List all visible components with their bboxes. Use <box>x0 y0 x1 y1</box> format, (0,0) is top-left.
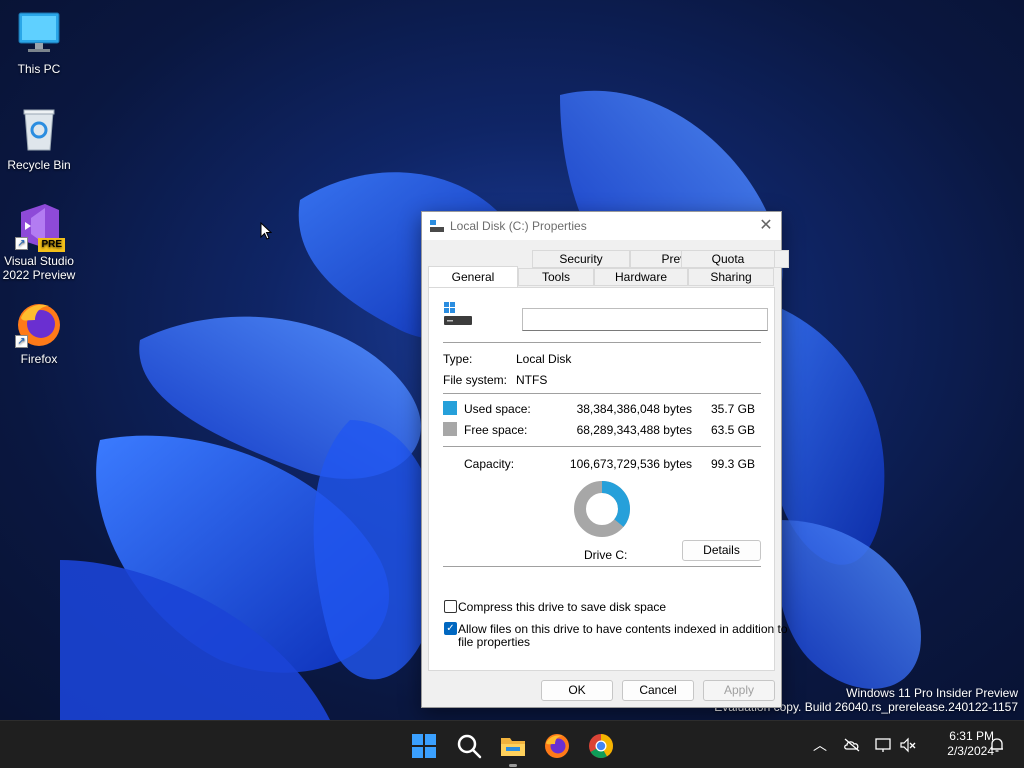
desktop-icon-recycle-bin[interactable]: Recycle Bin <box>2 106 76 172</box>
desktop-icon-label: Recycle Bin <box>7 158 71 172</box>
free-space-label: Free space: <box>464 423 528 437</box>
ok-button[interactable]: OK <box>541 680 613 701</box>
system-clock[interactable]: 6:31 PM 2/3/2024 <box>924 729 994 759</box>
capacity-gb: 99.3 GB <box>710 457 755 471</box>
separator <box>443 446 761 447</box>
used-space-bytes: 38,384,386,048 bytes <box>576 402 692 416</box>
free-space-gb: 63.5 GB <box>710 423 755 437</box>
volume-muted-icon[interactable] <box>899 737 917 753</box>
tab-sharing[interactable]: Sharing <box>688 268 774 286</box>
search-icon[interactable] <box>456 733 482 759</box>
free-space-bytes: 68,289,343,488 bytes <box>576 423 692 437</box>
tab-quota[interactable]: Quota <box>681 250 775 268</box>
desktop-icon-visual-studio[interactable]: PRE ↗ Visual Studio 2022 Preview <box>2 202 76 282</box>
taskbar[interactable]: ︿ 6:31 PM 2/3/2024 <box>0 720 1024 768</box>
onedrive-offline-icon[interactable] <box>843 737 861 753</box>
used-space-swatch <box>443 401 457 415</box>
drive-label: Drive C: <box>584 548 628 562</box>
firefox-taskbar-icon[interactable] <box>544 733 570 759</box>
firefox-icon: ↗ <box>15 300 63 348</box>
recycle-bin-icon <box>15 106 63 154</box>
drive-icon <box>444 302 472 325</box>
used-space-label: Used space: <box>464 402 531 416</box>
desktop-icon-label: This PC <box>17 62 61 76</box>
monitor-icon <box>15 10 63 58</box>
index-checkbox[interactable]: ✓ <box>444 622 457 635</box>
chevron-up-icon[interactable]: ︿ <box>811 737 829 753</box>
clock-time: 6:31 PM <box>949 729 994 743</box>
tab-hardware[interactable]: Hardware <box>594 268 688 286</box>
compress-label: Compress this drive to save disk space <box>458 600 667 614</box>
chrome-icon[interactable] <box>588 733 614 759</box>
shortcut-arrow-icon: ↗ <box>15 237 28 250</box>
tab-tools[interactable]: Tools <box>518 268 594 286</box>
start-button[interactable] <box>411 733 437 759</box>
cancel-button[interactable]: Cancel <box>622 680 694 701</box>
dialog-title: Local Disk (C:) Properties <box>450 219 587 233</box>
capacity-bytes: 106,673,729,536 bytes <box>569 457 692 471</box>
file-system-label: File system: <box>443 373 508 387</box>
general-tab-panel: Type: Local Disk File system: NTFS Used … <box>428 287 788 671</box>
file-system-value: NTFS <box>516 373 548 387</box>
compress-checkbox[interactable] <box>444 600 457 613</box>
drive-name-input[interactable] <box>522 308 768 331</box>
mouse-cursor-icon <box>260 222 272 240</box>
preview-badge: PRE <box>38 238 65 252</box>
desktop-icon-label: Firefox <box>20 352 58 366</box>
tab-security[interactable]: Security <box>532 250 630 268</box>
desktop-icon-firefox[interactable]: ↗ Firefox <box>2 300 76 366</box>
disk-usage-donut <box>574 481 630 537</box>
type-label: Type: <box>443 352 473 366</box>
separator <box>443 342 761 343</box>
file-explorer-icon[interactable] <box>500 733 526 759</box>
apply-button[interactable]: Apply <box>703 680 775 701</box>
close-button[interactable]: ✕ <box>751 212 781 240</box>
capacity-label: Capacity: <box>464 457 515 471</box>
network-icon[interactable] <box>874 737 892 753</box>
used-space-gb: 35.7 GB <box>710 402 755 416</box>
shortcut-arrow-icon: ↗ <box>15 335 28 348</box>
type-value: Local Disk <box>516 352 572 366</box>
separator <box>443 566 761 567</box>
properties-dialog[interactable]: Local Disk (C:) Properties ✕ Security Pr… <box>421 211 789 708</box>
details-button[interactable]: Details <box>682 540 761 561</box>
clock-date: 2/3/2024 <box>947 744 994 758</box>
desktop-icon-this-pc[interactable]: This PC <box>2 10 76 76</box>
desktop-icon-label: Visual Studio 2022 Preview <box>2 254 76 282</box>
index-label-line-1: Allow files on this drive to have conten… <box>458 622 788 636</box>
index-label-line-2: file properties <box>458 635 531 649</box>
active-app-indicator <box>509 764 517 767</box>
visual-studio-icon: PRE ↗ <box>15 202 65 252</box>
separator <box>443 393 761 394</box>
drive-title-icon <box>430 220 444 232</box>
free-space-swatch <box>443 422 457 436</box>
notification-bell-icon[interactable] <box>988 737 1006 753</box>
dialog-titlebar[interactable]: Local Disk (C:) Properties ✕ <box>422 212 781 240</box>
tab-general[interactable]: General <box>428 266 518 287</box>
